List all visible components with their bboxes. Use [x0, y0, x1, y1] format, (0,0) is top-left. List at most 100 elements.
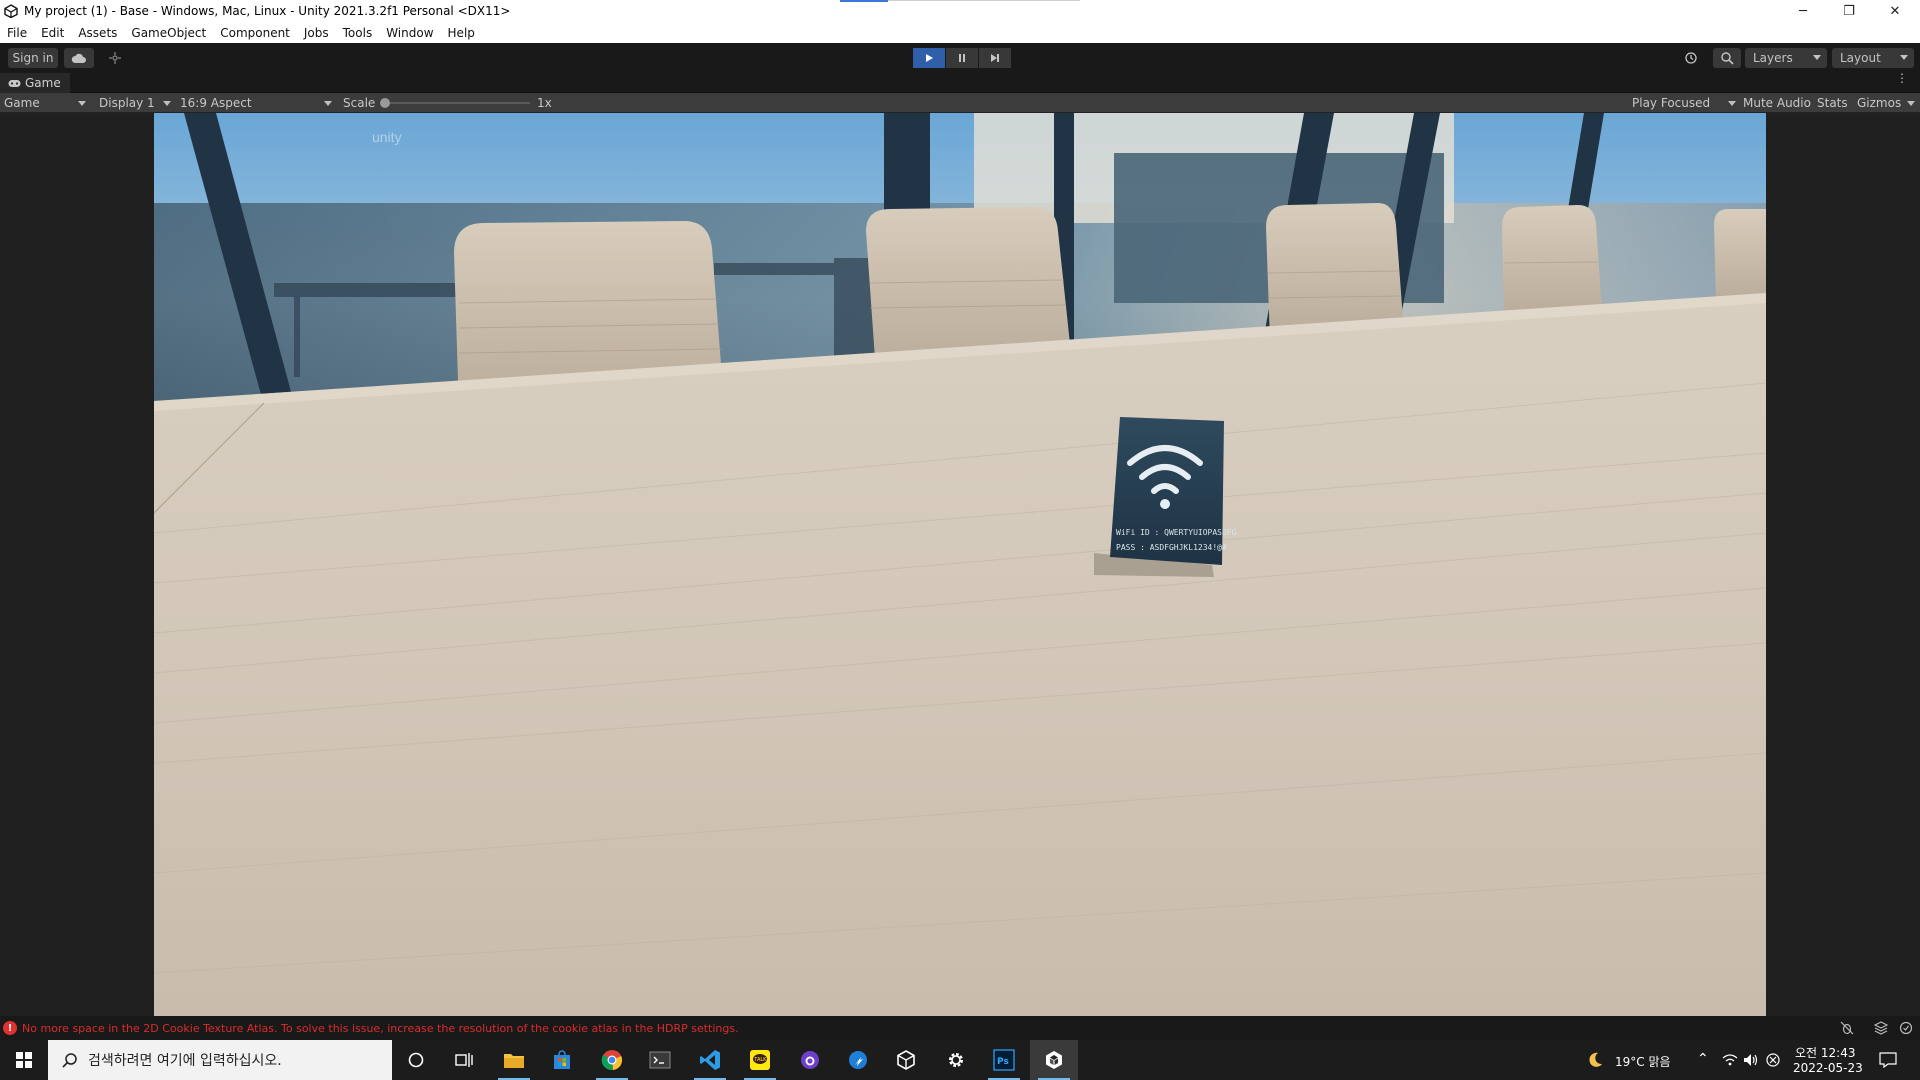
cortana-button[interactable] [392, 1040, 440, 1080]
windows-logo-icon [16, 1052, 32, 1068]
clock-time[interactable]: 오전 12:43 [1795, 1044, 1855, 1061]
notification-icon[interactable] [1879, 1052, 1897, 1068]
menu-window[interactable]: Window [386, 26, 433, 40]
weather-text[interactable]: 19°C 맑음 [1615, 1053, 1671, 1070]
display-dropdown[interactable]: Display 1 [99, 93, 171, 113]
debug-icon[interactable] [1840, 1021, 1854, 1035]
photoshop-app[interactable]: Ps [980, 1040, 1028, 1080]
aspect-label: 16:9 Aspect [180, 96, 252, 110]
photoshop-icon: Ps [993, 1049, 1015, 1071]
menu-tools[interactable]: Tools [343, 26, 373, 40]
vscode-app[interactable] [686, 1040, 734, 1080]
close-button[interactable]: ✕ [1872, 0, 1918, 22]
sourcetree-icon [849, 1051, 867, 1069]
terminal-icon [649, 1051, 671, 1069]
chevron-down-icon [324, 100, 332, 106]
unity-hub-app[interactable] [882, 1040, 930, 1080]
cloud-button[interactable] [64, 48, 94, 68]
task-view-button[interactable] [440, 1040, 488, 1080]
layers-dropdown[interactable]: Layers [1745, 48, 1827, 68]
gear-icon [949, 1053, 963, 1067]
console-error-message: No more space in the 2D Cookie Texture A… [22, 1021, 739, 1035]
search-icon [1721, 52, 1734, 65]
github-desktop-app[interactable] [786, 1040, 834, 1080]
clock-date[interactable]: 2022-05-23 [1793, 1061, 1863, 1075]
github-icon [801, 1051, 819, 1069]
taskbar-search-box[interactable]: 검색하려면 여기에 입력하십시오. [48, 1040, 392, 1080]
minimize-button[interactable]: ─ [1780, 0, 1826, 22]
file-explorer-app[interactable] [490, 1040, 538, 1080]
folder-icon [504, 1054, 524, 1068]
play-button[interactable] [913, 48, 945, 68]
terminal-app[interactable] [636, 1040, 684, 1080]
aspect-dropdown[interactable]: 16:9 Aspect [180, 93, 332, 113]
mute-audio-toggle[interactable]: Mute Audio [1743, 93, 1811, 113]
console-status-bar[interactable]: ! No more space in the 2D Cookie Texture… [0, 1016, 1920, 1040]
history-button[interactable] [1677, 48, 1705, 68]
game-view: unity WiFi ID: QWERTYUIOPASDFG PASS: A… [0, 113, 1920, 1016]
search-icon [62, 1053, 77, 1068]
unity-watermark: unity [372, 129, 402, 145]
gizmos-toggle[interactable]: Gizmos [1857, 93, 1901, 113]
play-mode-dropdown[interactable]: Play Focused [1632, 93, 1736, 113]
store-bag-icon [554, 1050, 570, 1069]
chevron-down-icon [1900, 55, 1908, 60]
display-label: Display 1 [99, 96, 155, 110]
start-button[interactable] [0, 1040, 48, 1080]
layout-dropdown[interactable]: Layout [1832, 48, 1914, 68]
chrome-app[interactable] [588, 1040, 636, 1080]
stats-toggle[interactable]: Stats [1817, 93, 1848, 113]
pause-button[interactable] [946, 48, 978, 68]
unity-editor-app[interactable] [1030, 1040, 1078, 1080]
chevron-up-icon[interactable]: ⌃ [1697, 1051, 1709, 1067]
gamepad-icon [8, 79, 21, 87]
layers-stack-icon[interactable] [1874, 1021, 1888, 1035]
menu-jobs[interactable]: Jobs [304, 26, 329, 40]
menu-gameobject[interactable]: GameObject [131, 26, 206, 40]
chevron-down-icon [1813, 55, 1821, 60]
title-accent-secondary [888, 0, 1080, 1]
restore-button[interactable]: ❐ [1826, 0, 1872, 22]
cloud-icon [71, 53, 86, 63]
gizmos-dropdown[interactable] [1907, 93, 1915, 113]
menu-component[interactable]: Component [220, 26, 290, 40]
scene-render-image: unity WiFi ID: QWERTYUIOPASDFG PASS: A… [154, 113, 1766, 1016]
collab-button[interactable] [100, 48, 130, 68]
check-circle-icon[interactable] [1899, 1021, 1913, 1035]
taskbar-search-placeholder: 검색하려면 여기에 입력하십시오. [88, 1053, 282, 1069]
scale-slider-track[interactable] [385, 102, 530, 104]
menu-help[interactable]: Help [448, 26, 475, 40]
panel-tab-bar: Game ⋮ [0, 72, 1920, 93]
tab-game-label: Game [25, 76, 61, 90]
weather-moon-icon [1589, 1052, 1602, 1067]
wifi-id-text: WiFi ID : QWERTYUIOPASDFG [1116, 528, 1237, 537]
speaker-icon[interactable] [1743, 1053, 1759, 1067]
view-mode-label: Game [4, 96, 40, 110]
game-render[interactable]: unity WiFi ID: QWERTYUIOPASDFG PASS: A… [154, 113, 1766, 1016]
wifi-pass-text: PASS : ASDFGHJKL1234!@# [1116, 543, 1227, 552]
scale-slider-handle[interactable] [380, 98, 390, 108]
windows-taskbar: 검색하려면 여기에 입력하십시오. TALK Ps 19°C 맑음 ⌃ 오전 1… [0, 1040, 1920, 1080]
svg-text:Ps: Ps [997, 1057, 1009, 1067]
unity-hub-icon [897, 1050, 915, 1070]
wifi-icon[interactable] [1722, 1054, 1738, 1066]
search-button[interactable] [1713, 48, 1741, 68]
unity-icon [1046, 1051, 1062, 1069]
tab-game[interactable]: Game [0, 73, 70, 93]
menu-edit[interactable]: Edit [41, 26, 64, 40]
step-button[interactable] [979, 48, 1011, 68]
cortana-circle-icon [408, 1052, 424, 1068]
ime-icon[interactable] [1766, 1053, 1780, 1067]
kakaotalk-app[interactable]: TALK [736, 1040, 784, 1080]
menu-assets[interactable]: Assets [78, 26, 117, 40]
menu-file[interactable]: File [7, 26, 27, 40]
view-mode-dropdown[interactable]: Game [4, 93, 88, 113]
history-icon [1685, 52, 1697, 64]
game-view-toolbar: Game Display 1 16:9 Aspect Scale 1x Play… [0, 93, 1920, 113]
sign-in-button[interactable]: Sign in [8, 48, 58, 68]
more-options-icon[interactable]: ⋮ [1896, 72, 1908, 84]
chevron-down-icon [1728, 100, 1736, 106]
microsoft-store-app[interactable] [538, 1040, 586, 1080]
sourcetree-app[interactable] [834, 1040, 882, 1080]
settings-app[interactable] [932, 1040, 980, 1080]
